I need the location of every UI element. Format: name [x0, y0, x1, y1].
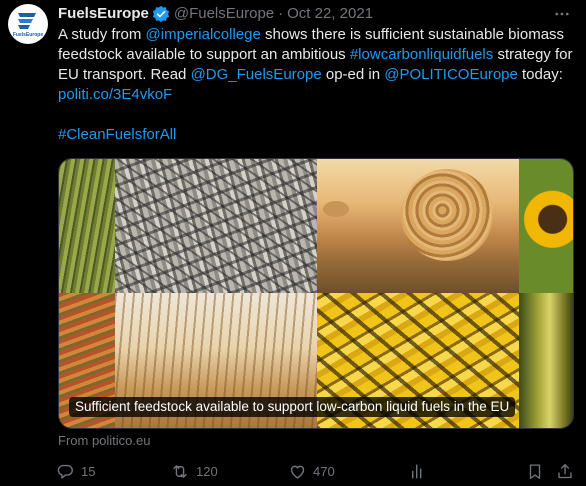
- timestamp[interactable]: Oct 22, 2021: [287, 4, 373, 24]
- avatar[interactable]: FuelsEurope: [8, 4, 48, 44]
- retweet-button[interactable]: 120: [170, 460, 218, 482]
- avatar-logo-text: FuelsEurope: [13, 32, 44, 38]
- wheat-stalks-image: [59, 159, 115, 293]
- tweet-text: A study from @imperialcollege shows ther…: [58, 25, 574, 145]
- separator: ·: [278, 5, 284, 22]
- analytics-button[interactable]: [408, 460, 427, 482]
- text-segment: op-ed in: [321, 66, 385, 83]
- mention-politicoeurope[interactable]: @POLITICOEurope: [384, 66, 518, 83]
- hashtag-lowcarbonliquidfuels[interactable]: #lowcarbonliquidfuels: [350, 46, 493, 63]
- article-link[interactable]: politi.co/3E4vkoF: [58, 86, 172, 103]
- bookmark-icon: [529, 463, 541, 479]
- like-button[interactable]: 470: [288, 460, 335, 482]
- fuelseurope-logo-icon: FuelsEurope: [13, 13, 44, 38]
- tweet[interactable]: FuelsEurope FuelsEurope @FuelsEurope · O…: [0, 0, 586, 486]
- reply-count: 15: [81, 463, 96, 479]
- hashtag-line: #CleanFuelsforAll: [58, 125, 574, 145]
- tweet-paragraph: A study from @imperialcollege shows ther…: [58, 25, 574, 105]
- heart-icon: [290, 465, 305, 479]
- handle[interactable]: @FuelsEurope: [174, 4, 274, 24]
- analytics-icon: [412, 463, 422, 479]
- text-segment: A study from: [58, 26, 146, 43]
- more-options-icon[interactable]: [550, 2, 574, 26]
- reply-icon: [57, 464, 73, 479]
- mention-imperialcollege[interactable]: @imperialcollege: [146, 26, 261, 43]
- hay-bale: [401, 169, 493, 261]
- link-card-image[interactable]: Sufficient feedstock available to suppor…: [58, 158, 574, 429]
- mention-dg-fuelseurope[interactable]: @DG_FuelsEurope: [191, 66, 322, 83]
- retweet-count: 120: [196, 463, 218, 479]
- hay-bale-image: [317, 159, 519, 293]
- display-name[interactable]: FuelsEurope: [58, 4, 149, 24]
- card-caption: Sufficient feedstock available to suppor…: [69, 397, 516, 417]
- card-source[interactable]: From politico.eu: [58, 432, 150, 450]
- share-button[interactable]: [556, 460, 574, 482]
- action-bar: 15 120 470: [52, 456, 586, 486]
- share-icon: [558, 463, 572, 478]
- hashtag-cleanfuelsforall[interactable]: #CleanFuelsforAll: [58, 126, 176, 143]
- verified-badge-icon[interactable]: [152, 5, 170, 23]
- like-count: 470: [313, 463, 335, 479]
- sunflower-image: [519, 159, 573, 293]
- text-segment: today:: [517, 66, 563, 83]
- retweet-icon: [173, 464, 187, 478]
- distant-hay-bale: [323, 201, 349, 217]
- tweet-header: FuelsEurope @FuelsEurope · Oct 22, 2021: [58, 4, 373, 24]
- vegetable-oil-image: [519, 293, 573, 428]
- bookmark-button[interactable]: [526, 460, 544, 482]
- wood-chips-image: [115, 159, 317, 293]
- reply-button[interactable]: 15: [56, 460, 95, 482]
